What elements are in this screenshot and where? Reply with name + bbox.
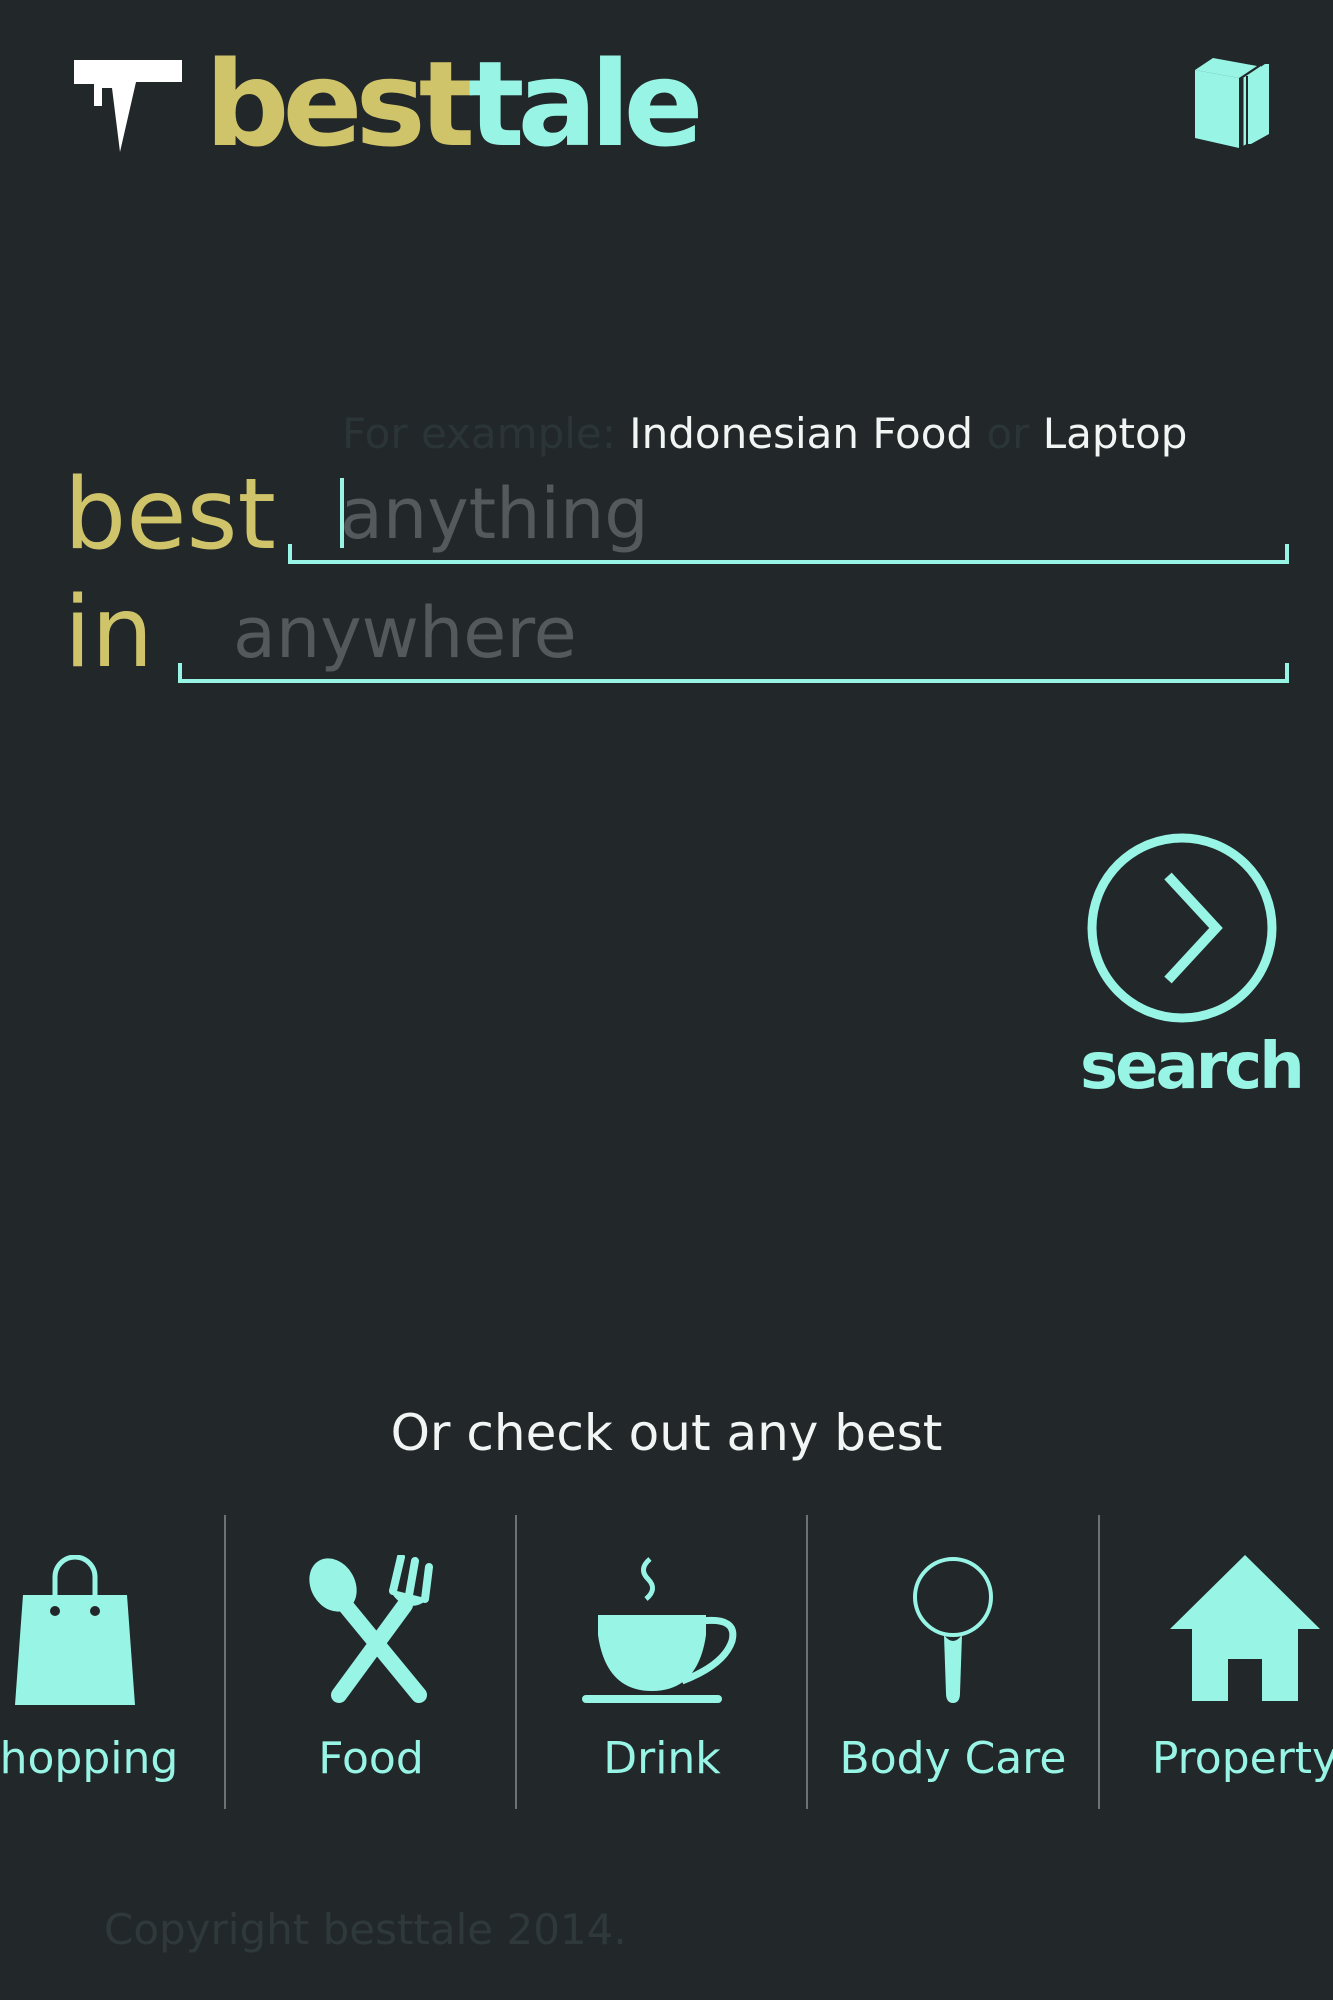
where-label: in [64,576,154,690]
category-drink[interactable]: Drink [517,1515,807,1810]
brand-name[interactable]: besttale [205,34,704,174]
what-label: best [64,458,276,572]
search-button-label: search [1080,1030,1305,1104]
coffee-cup-icon [582,1557,737,1703]
category-label: Shopping [0,1733,179,1784]
category-label: Body Care [839,1733,1067,1784]
example-link-laptop[interactable]: Laptop [1043,409,1188,458]
category-shopping[interactable]: Shopping [0,1515,220,1810]
category-label: Drink [603,1733,721,1784]
hand-mirror-icon [913,1557,993,1703]
category-food[interactable]: Food [226,1515,516,1810]
category-label: Property [1151,1733,1333,1784]
where-field [178,589,1289,683]
categories-heading: Or check out any best [390,1404,943,1462]
search-button[interactable]: search [1080,832,1305,1104]
chevron-right-circle-icon [1087,833,1277,1023]
copyright-text: Copyright besttale 2014. [104,1905,627,1954]
example-separator: or [986,409,1030,458]
category-strip: Shopping Food Drink Body Care [0,1515,1333,1810]
text-caret [340,478,344,548]
brand-name-part1: best [205,35,475,173]
example-link-indonesian-food[interactable]: Indonesian Food [629,409,973,458]
spoon-fork-icon [309,1555,433,1703]
book-icon[interactable] [1195,58,1270,148]
what-field [288,470,1289,564]
where-input[interactable] [233,589,1264,677]
category-body-care[interactable]: Body Care [808,1515,1098,1810]
shopping-bag-icon [15,1555,135,1705]
brand-name-part2: tale [468,35,704,173]
example-prefix: For example: [342,409,616,458]
category-label: Food [318,1733,424,1784]
category-property[interactable]: Property [1100,1515,1333,1810]
house-icon [1170,1555,1320,1701]
what-input[interactable] [340,470,1261,558]
besttale-logo-icon[interactable] [74,60,182,152]
search-example-hint: For example: Indonesian Food or Laptop [342,404,1187,464]
